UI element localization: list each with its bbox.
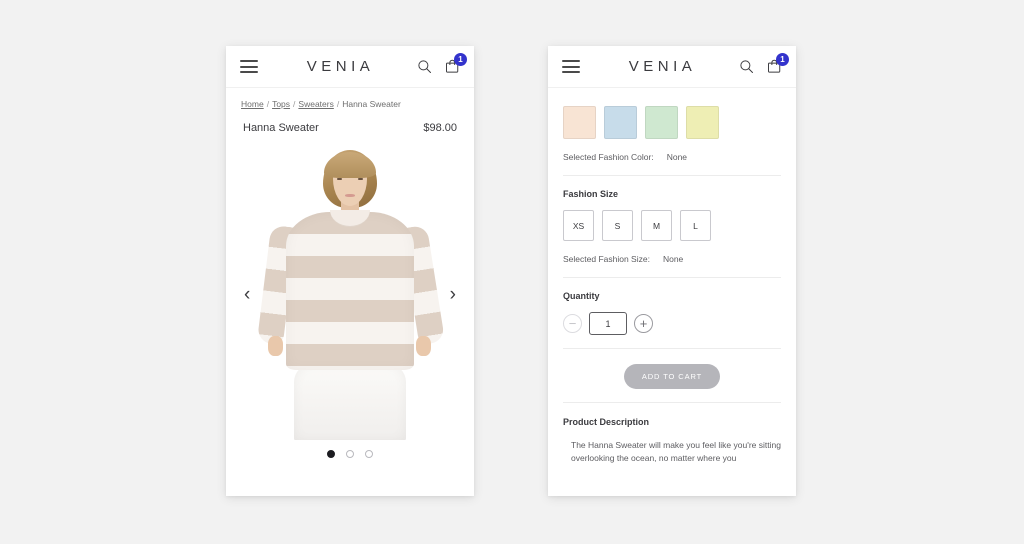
hamburger-line bbox=[562, 60, 580, 62]
options-content: Selected Fashion Color: None Fashion Siz… bbox=[548, 88, 796, 465]
product-image-carousel: ‹ › bbox=[226, 140, 474, 470]
venia-logo[interactable]: VENIA bbox=[623, 58, 697, 75]
quantity-stepper: − + bbox=[563, 301, 781, 335]
app-header-left: VENIA 1 bbox=[226, 46, 474, 88]
app-header-right: VENIA 1 bbox=[548, 46, 796, 88]
search-glyph bbox=[740, 60, 753, 73]
breadcrumb-separator: / bbox=[336, 99, 340, 109]
breadcrumb-item-home[interactable]: Home bbox=[241, 99, 264, 109]
model-eye-right bbox=[358, 178, 363, 180]
color-swatch-light-blue[interactable] bbox=[604, 106, 637, 139]
header-actions: 1 bbox=[417, 53, 467, 74]
product-description-body: The Hanna Sweater will make you feel lik… bbox=[571, 440, 781, 464]
model-sweater bbox=[286, 212, 414, 370]
size-option-l[interactable]: L bbox=[680, 210, 711, 241]
breadcrumb: Home / Tops / Sweaters / Hanna Sweater bbox=[226, 88, 474, 109]
selected-color-row: Selected Fashion Color: None bbox=[563, 139, 781, 162]
header-actions: 1 bbox=[739, 53, 789, 74]
breadcrumb-item-tops[interactable]: Tops bbox=[272, 99, 290, 109]
size-option-s[interactable]: S bbox=[602, 210, 633, 241]
carousel-next-icon[interactable]: › bbox=[450, 285, 456, 304]
selected-size-row: Selected Fashion Size: None bbox=[563, 241, 781, 264]
search-icon[interactable] bbox=[739, 59, 754, 74]
model-lips bbox=[345, 194, 355, 197]
add-to-cart-button[interactable]: ADD TO CART bbox=[624, 364, 720, 389]
venia-logo[interactable]: VENIA bbox=[301, 58, 375, 75]
carousel-dot-1[interactable] bbox=[327, 450, 335, 458]
fashion-size-label: Fashion Size bbox=[563, 189, 619, 199]
breadcrumb-separator: / bbox=[266, 99, 270, 109]
quantity-increment-button[interactable]: + bbox=[634, 314, 653, 333]
selected-color-value: None bbox=[666, 152, 688, 162]
breadcrumb-separator: / bbox=[293, 99, 296, 109]
hamburger-line bbox=[562, 71, 580, 73]
add-to-cart-row: ADD TO CART bbox=[563, 349, 781, 389]
cart-badge: 1 bbox=[775, 53, 789, 66]
model-eye-left bbox=[337, 178, 342, 180]
hamburger-line bbox=[240, 65, 258, 68]
search-glyph bbox=[418, 60, 431, 73]
size-option-xs[interactable]: XS bbox=[563, 210, 594, 241]
selected-color-label: Selected Fashion Color: bbox=[563, 152, 654, 162]
color-swatches bbox=[563, 88, 781, 139]
hamburger-line bbox=[562, 65, 580, 68]
product-price: $98.00 bbox=[423, 122, 457, 134]
page-title: Hanna Sweater bbox=[243, 122, 319, 134]
size-option-m[interactable]: M bbox=[641, 210, 672, 241]
quantity-input[interactable] bbox=[589, 312, 627, 335]
product-gallery-panel: VENIA 1 Home / Tops / Sweaters / Hanna Sweater… bbox=[226, 46, 474, 496]
carousel-dot-3[interactable] bbox=[365, 450, 373, 458]
product-options-panel: VENIA 1 Selected Fashion Color: None Fas… bbox=[548, 46, 796, 496]
selected-size-label: Selected Fashion Size: bbox=[563, 254, 650, 264]
size-options: XS S M L bbox=[563, 199, 781, 241]
model-hand-right bbox=[416, 336, 431, 356]
quantity-label: Quantity bbox=[563, 291, 600, 301]
breadcrumb-item-sweaters[interactable]: Sweaters bbox=[298, 99, 333, 109]
search-icon[interactable] bbox=[417, 59, 432, 74]
color-swatch-peach[interactable] bbox=[563, 106, 596, 139]
shopping-bag-icon[interactable]: 1 bbox=[767, 53, 789, 74]
hamburger-line bbox=[240, 71, 258, 73]
hamburger-line bbox=[240, 60, 258, 62]
selected-size-value: None bbox=[662, 254, 684, 264]
model-hand-left bbox=[268, 336, 283, 356]
model-pants bbox=[294, 364, 406, 440]
carousel-prev-icon[interactable]: ‹ bbox=[244, 285, 250, 304]
quantity-decrement-button[interactable]: − bbox=[563, 314, 582, 333]
product-image[interactable] bbox=[226, 140, 474, 440]
carousel-dots bbox=[226, 450, 474, 458]
breadcrumb-item-current: Hanna Sweater bbox=[342, 99, 401, 109]
shopping-bag-icon[interactable]: 1 bbox=[445, 53, 467, 74]
model-hair-front bbox=[324, 152, 376, 178]
model-photo bbox=[226, 140, 474, 440]
product-title-row: Hanna Sweater $98.00 bbox=[226, 109, 474, 134]
carousel-dot-2[interactable] bbox=[346, 450, 354, 458]
hamburger-menu-icon[interactable] bbox=[562, 60, 580, 73]
hamburger-menu-icon[interactable] bbox=[240, 60, 258, 73]
color-swatch-mint-green[interactable] bbox=[645, 106, 678, 139]
product-description-title: Product Description bbox=[563, 417, 650, 427]
cart-badge: 1 bbox=[453, 53, 467, 66]
color-swatch-pale-yellow[interactable] bbox=[686, 106, 719, 139]
